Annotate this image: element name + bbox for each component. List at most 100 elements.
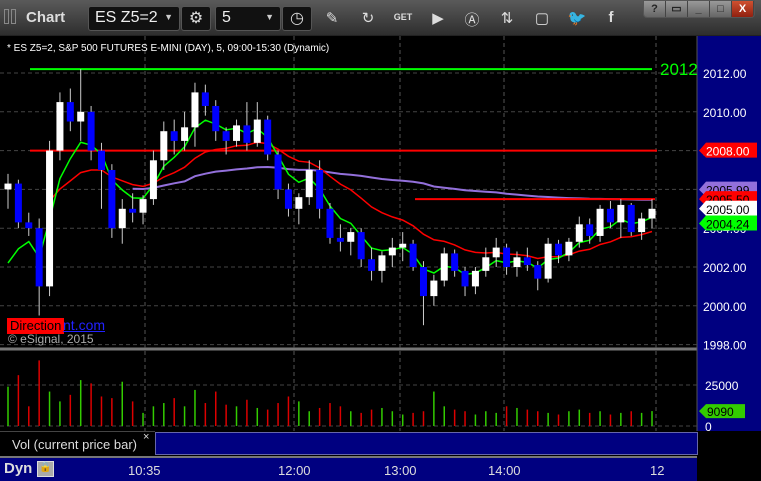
candle-body	[326, 208, 334, 238]
candle-body	[440, 253, 448, 281]
restore-button[interactable]: ▭	[666, 1, 688, 17]
time-axis[interactable]: Dyn 🔒 10:35 12:00 13:00 14:00 12	[0, 456, 697, 481]
candle	[66, 88, 74, 132]
candle-body	[201, 92, 209, 106]
candle-body	[648, 208, 656, 219]
help-button[interactable]: ?	[644, 1, 666, 17]
price-flag-label: 2008.00	[706, 145, 750, 159]
candle-body	[606, 208, 614, 223]
candle	[347, 228, 355, 256]
candle-body	[4, 183, 12, 190]
direction-link[interactable]: nt.com	[63, 317, 105, 333]
interval-value: 5	[222, 9, 231, 26]
candle-body	[357, 232, 365, 260]
volume-study-label[interactable]: Vol (current price bar)	[0, 431, 155, 455]
candle	[160, 121, 168, 170]
symbol-select[interactable]: ES Z5=2 ▼	[88, 6, 180, 31]
settings-gear-icon[interactable]: ⚙	[181, 6, 211, 31]
candle-body	[66, 102, 74, 122]
candle-body	[170, 131, 178, 141]
candle-body	[160, 131, 168, 161]
close-button[interactable]: X	[732, 1, 754, 17]
candle	[409, 239, 417, 271]
candle-body	[513, 257, 521, 267]
get-icon[interactable]: GET	[393, 12, 413, 22]
lock-clock-icon[interactable]: 🔒	[37, 461, 54, 477]
candle	[596, 204, 604, 242]
candle-body	[56, 102, 64, 151]
candle-body	[264, 119, 272, 155]
candle	[451, 249, 459, 277]
minimize-button[interactable]: _	[688, 1, 710, 17]
copyright: © eSignal, 2015	[8, 332, 94, 346]
candle-body	[46, 150, 54, 287]
candle	[212, 100, 220, 141]
candle-body	[35, 228, 43, 287]
candle-body	[222, 131, 230, 141]
candle-body	[14, 183, 22, 223]
facebook-icon[interactable]: f	[601, 9, 621, 26]
candle-body	[233, 125, 241, 141]
candle-body	[336, 237, 344, 242]
candle-body	[284, 189, 292, 209]
candle-body	[419, 267, 427, 297]
candle-body	[368, 259, 376, 271]
candle	[482, 247, 490, 277]
candle	[586, 218, 594, 244]
candle	[388, 237, 396, 267]
candle-body	[461, 270, 469, 287]
study-icon[interactable]: ↻	[358, 9, 378, 27]
twitter-icon[interactable]: 🐦	[567, 9, 587, 27]
candle-body	[316, 170, 324, 209]
clock-icon[interactable]: ◷	[282, 6, 312, 31]
candle-body	[471, 270, 479, 287]
price-chart[interactable]: 2012.002010.002008.002006.002004.002002.…	[0, 36, 761, 456]
candle	[243, 102, 251, 151]
candle-body	[181, 127, 189, 141]
chevron-down-icon: ▼	[164, 12, 173, 22]
candle-body	[586, 224, 594, 236]
alert-icon[interactable]: Ⓐ	[462, 9, 482, 30]
candle-body	[305, 170, 313, 198]
candle-body	[617, 204, 625, 223]
interval-select[interactable]: 5 ▼	[215, 6, 281, 31]
volume-tick-label: 25000	[705, 379, 739, 393]
time-tick: 13:00	[384, 463, 417, 478]
candle-body	[451, 253, 459, 271]
candle-body	[409, 243, 417, 267]
candle	[4, 173, 12, 209]
drag-grip-icon[interactable]	[4, 9, 18, 25]
candle	[253, 102, 261, 147]
candle	[25, 212, 33, 236]
time-tick: 12:00	[278, 463, 311, 478]
candle	[201, 84, 209, 116]
price-tick-label: 2010.00	[703, 106, 747, 120]
comment-icon[interactable]: ▢	[532, 9, 552, 27]
price-flag-label: 2005.00	[706, 203, 750, 217]
swap-icon[interactable]: ⇅	[497, 9, 517, 27]
candle	[523, 247, 531, 271]
candle	[544, 237, 552, 283]
candle-body	[97, 150, 105, 170]
candle-body	[378, 255, 386, 271]
candle-body	[534, 265, 542, 279]
candle	[35, 218, 43, 316]
price-flag-label: 2004.24	[706, 218, 750, 232]
candle	[555, 239, 563, 264]
pencil-icon[interactable]: ✎	[322, 9, 342, 27]
maximize-button[interactable]: □	[710, 1, 732, 17]
candle	[305, 160, 313, 205]
candle-body	[129, 208, 137, 213]
candle	[181, 111, 189, 151]
price-flag: 2008.00	[699, 142, 757, 159]
candle	[97, 142, 105, 209]
candle	[440, 247, 448, 287]
dynamic-label[interactable]: Dyn	[4, 460, 32, 477]
candle-body	[87, 111, 95, 151]
candle	[264, 115, 272, 161]
close-study-icon[interactable]: ×	[143, 431, 149, 443]
play-icon[interactable]: ▶	[428, 9, 448, 27]
candle	[284, 183, 292, 217]
candle-body	[575, 224, 583, 242]
candle-body	[25, 222, 33, 229]
